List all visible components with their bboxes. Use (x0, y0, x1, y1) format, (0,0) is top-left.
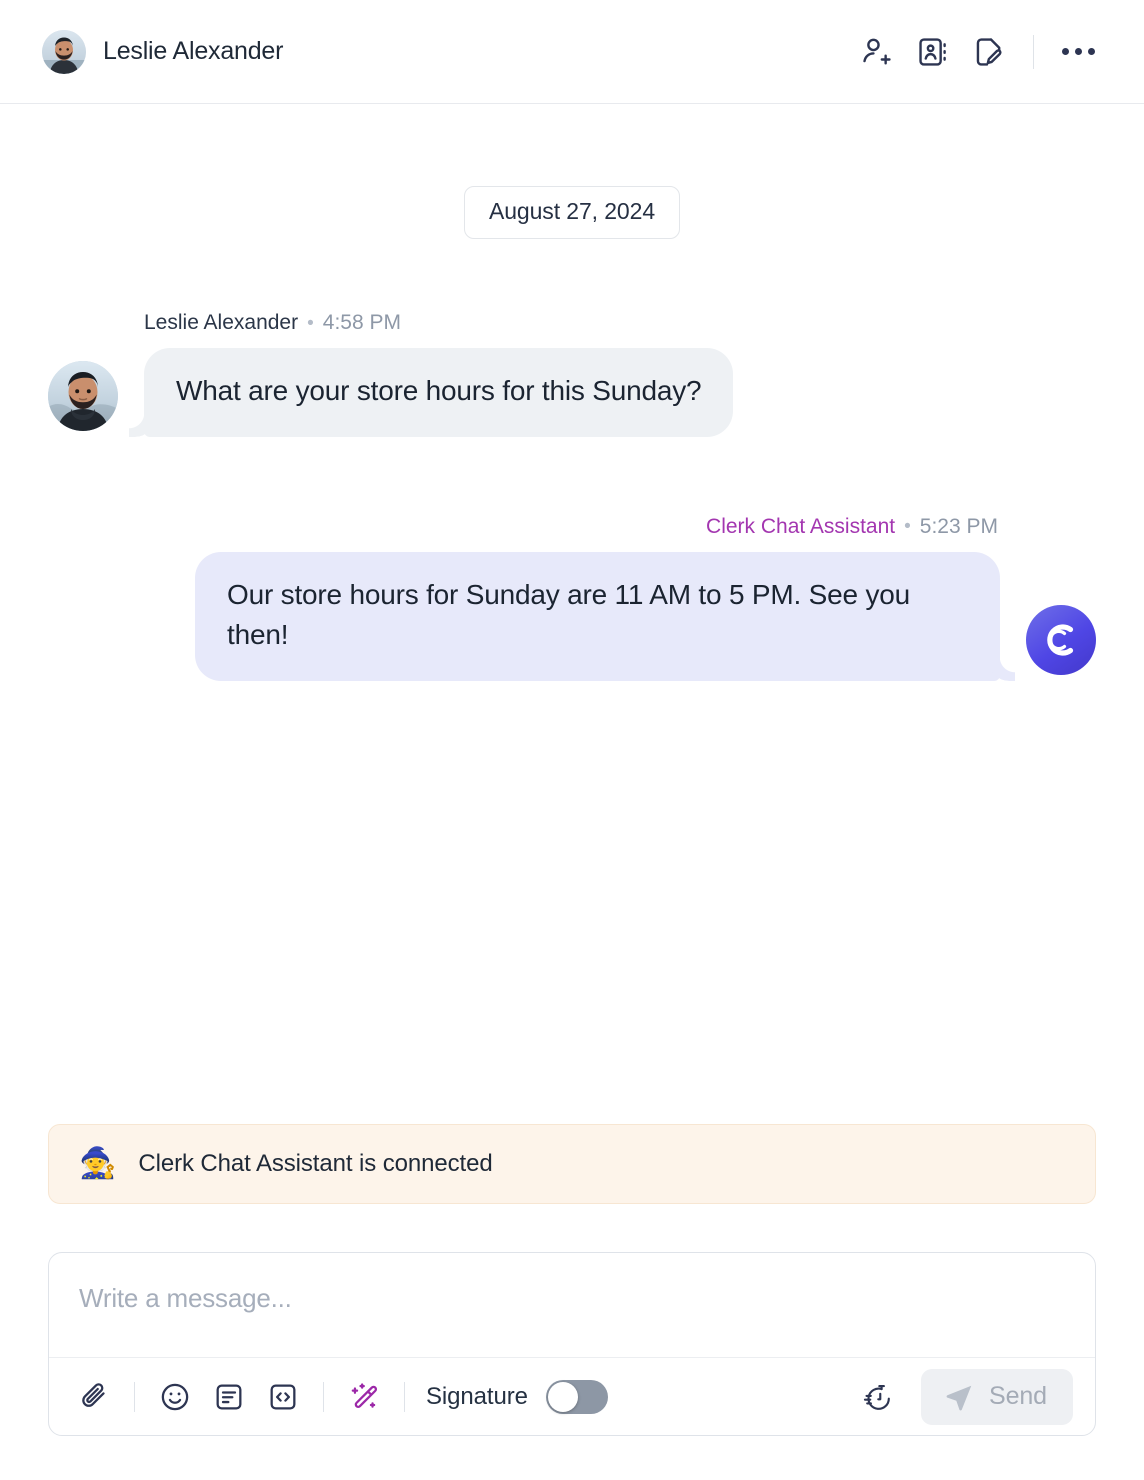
assistant-connected-banner: 🧙 Clerk Chat Assistant is connected (48, 1124, 1096, 1204)
message-meta: Clerk Chat Assistant • 5:23 PM (48, 515, 998, 539)
message-row: Our store hours for Sunday are 11 AM to … (48, 551, 1096, 681)
signature-toggle[interactable] (545, 1379, 608, 1414)
conversation-header: Leslie Alexander (0, 0, 1144, 104)
header-actions (849, 28, 1106, 76)
message-bubble[interactable]: Our store hours for Sunday are 11 AM to … (195, 551, 1000, 681)
avatar (48, 360, 118, 431)
message-incoming: Leslie Alexander • 4:58 PM What are your… (48, 311, 1096, 437)
wizard-icon: 🧙 (79, 1147, 117, 1180)
schedule-send-icon[interactable] (851, 1370, 905, 1424)
attachment-icon[interactable] (67, 1370, 121, 1424)
note-edit-icon[interactable] (961, 28, 1017, 76)
toolbar-divider (134, 1381, 135, 1412)
toolbar-divider (323, 1381, 324, 1412)
thread-spacer (48, 681, 1096, 1124)
conversation-window: Leslie Alexander August 27, 2024 Leslie … (0, 0, 1144, 1480)
composer-actions: Send (851, 1368, 1073, 1425)
message-sender: Clerk Chat Assistant (706, 514, 896, 538)
meta-separator: • (904, 516, 911, 538)
header-divider (1033, 34, 1034, 69)
message-bubble[interactable]: What are your store hours for this Sunda… (144, 348, 734, 437)
message-meta: Leslie Alexander • 4:58 PM (144, 311, 1096, 335)
code-icon[interactable] (256, 1370, 310, 1424)
add-contact-icon[interactable] (849, 28, 905, 76)
ellipsis-icon (1061, 48, 1095, 55)
message-outgoing: Clerk Chat Assistant • 5:23 PM Our store… (48, 515, 1096, 681)
avatar (42, 29, 86, 74)
message-time: 5:23 PM (919, 514, 998, 538)
message-input[interactable]: Write a message... (49, 1253, 1095, 1357)
date-divider: August 27, 2024 (463, 186, 681, 239)
toggle-knob (547, 1381, 578, 1412)
message-row: What are your store hours for this Sunda… (48, 348, 1096, 437)
page-title: Leslie Alexander (103, 37, 284, 65)
template-icon[interactable] (202, 1370, 256, 1424)
clerk-chat-logo-icon (1047, 624, 1074, 656)
send-button[interactable]: Send (921, 1368, 1073, 1425)
date-divider-row: August 27, 2024 (48, 186, 1096, 239)
message-sender: Leslie Alexander (144, 311, 299, 334)
avatar (1026, 604, 1096, 675)
send-label: Send (989, 1382, 1047, 1410)
toolbar-divider (404, 1381, 405, 1412)
banner-text: Clerk Chat Assistant is connected (138, 1150, 493, 1177)
magic-wand-icon[interactable] (337, 1370, 391, 1424)
signature-label: Signature (426, 1382, 528, 1410)
emoji-icon[interactable] (148, 1370, 202, 1424)
message-time: 4:58 PM (322, 311, 401, 334)
message-thread[interactable]: August 27, 2024 Leslie Alexander • 4:58 … (0, 104, 1144, 1124)
header-contact[interactable]: Leslie Alexander (42, 29, 284, 74)
more-options-icon[interactable] (1050, 28, 1106, 76)
message-composer: Write a message... Signature Send (48, 1252, 1096, 1436)
composer-toolbar: Signature Send (49, 1357, 1095, 1435)
send-plane-icon (946, 1385, 972, 1410)
meta-separator: • (307, 312, 314, 334)
contact-card-icon[interactable] (905, 28, 961, 76)
